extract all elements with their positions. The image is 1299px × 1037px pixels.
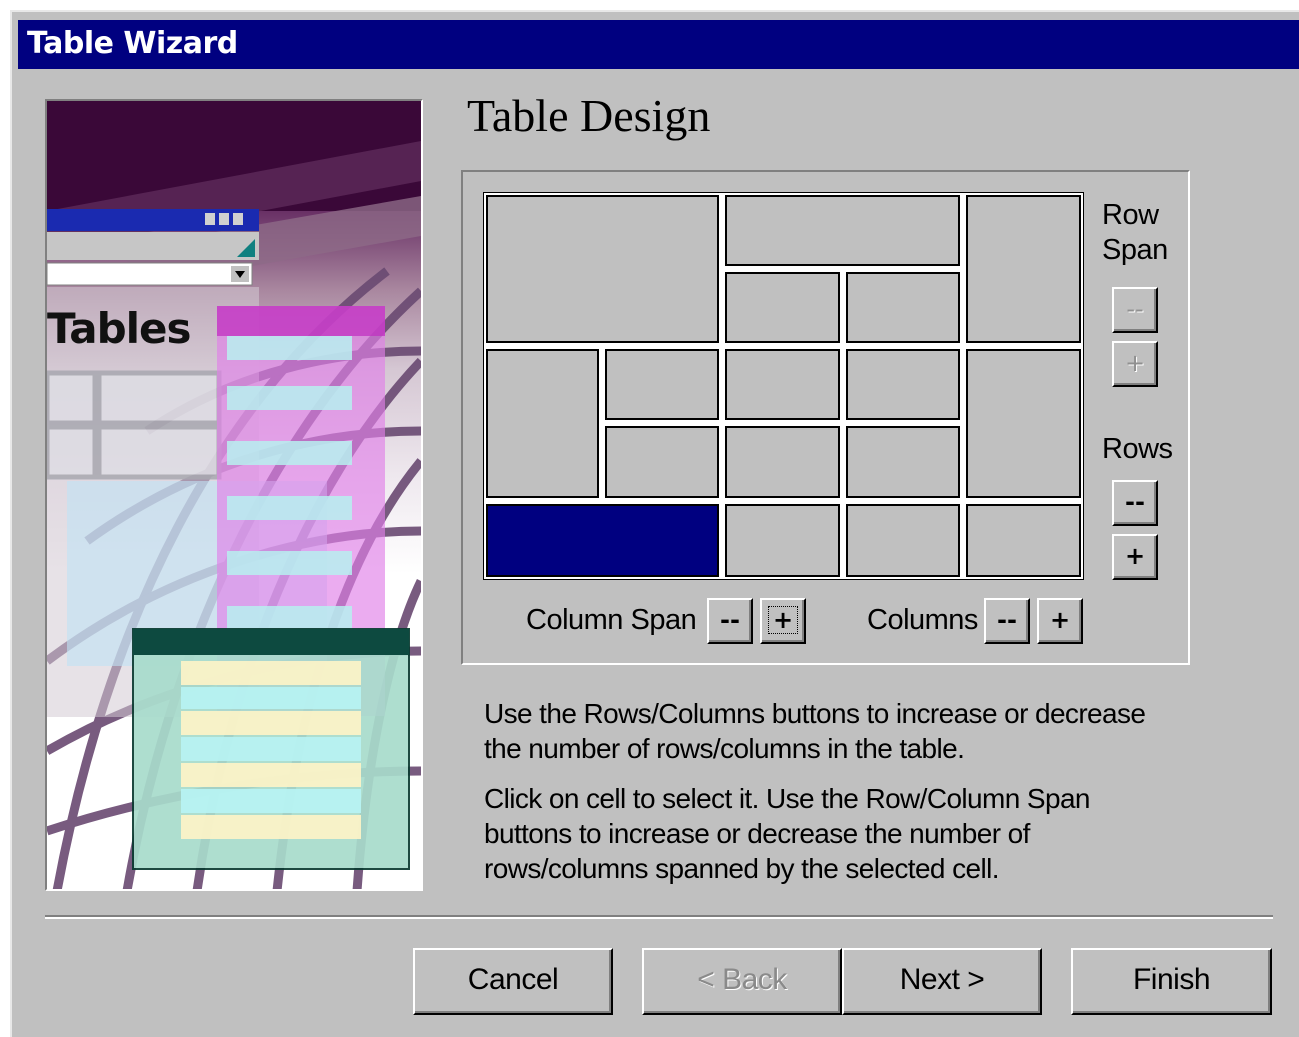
rows-decrease-button[interactable]: -- xyxy=(1112,480,1158,526)
help-text-rows-columns: Use the Rows/Columns buttons to increase… xyxy=(484,696,1146,766)
rows-label: Rows xyxy=(1102,433,1173,465)
cancel-button[interactable]: Cancel xyxy=(413,948,613,1015)
table-cell[interactable] xyxy=(605,349,719,420)
table-cell[interactable] xyxy=(846,504,960,577)
table-cell[interactable] xyxy=(725,195,960,266)
table-cell[interactable] xyxy=(846,272,960,343)
row-span-label: Row Span xyxy=(1102,198,1168,268)
table-cell[interactable] xyxy=(966,195,1081,343)
help-line: buttons to increase or decrease the numb… xyxy=(484,818,1030,849)
illustration-graphic xyxy=(47,101,421,889)
column-span-increase-button[interactable]: + xyxy=(760,598,806,644)
row-span-label-line2: Span xyxy=(1102,234,1168,266)
table-cell[interactable] xyxy=(846,349,960,420)
button-separator xyxy=(45,915,1273,919)
finish-button[interactable]: Finish xyxy=(1071,948,1272,1015)
help-text-span: Click on cell to select it. Use the Row/… xyxy=(484,781,1091,886)
column-span-increase-label: + xyxy=(767,606,799,634)
back-button[interactable]: < Back xyxy=(642,948,842,1015)
title-bar[interactable]: Table Wizard xyxy=(18,20,1299,69)
table-cell[interactable] xyxy=(966,349,1081,498)
table-cell[interactable] xyxy=(725,504,840,577)
columns-increase-button[interactable]: + xyxy=(1037,598,1083,644)
help-line: Use the Rows/Columns buttons to increase… xyxy=(484,698,1146,729)
row-span-increase-button[interactable]: + xyxy=(1112,341,1158,387)
columns-decrease-button[interactable]: -- xyxy=(984,598,1030,644)
table-cell[interactable] xyxy=(725,426,840,498)
column-span-label: Column Span xyxy=(526,604,697,636)
row-span-decrease-button[interactable]: -- xyxy=(1112,287,1158,333)
help-line: rows/columns spanned by the selected cel… xyxy=(484,853,999,884)
help-line: Click on cell to select it. Use the Row/… xyxy=(484,783,1091,814)
table-cell-selected[interactable] xyxy=(486,504,719,577)
table-cell[interactable] xyxy=(486,195,719,343)
table-cell[interactable] xyxy=(605,426,719,498)
rows-increase-button[interactable]: + xyxy=(1112,534,1158,580)
help-line: the number of rows/columns in the table. xyxy=(484,733,965,764)
table-cell[interactable] xyxy=(846,426,960,498)
columns-label: Columns xyxy=(867,604,978,636)
illustration-caption: Tables xyxy=(47,304,192,353)
table-cell[interactable] xyxy=(725,349,840,420)
wizard-illustration: Tables xyxy=(45,99,423,891)
page-title: Table Design xyxy=(467,90,711,141)
table-cell[interactable] xyxy=(486,349,599,498)
row-span-label-line1: Row xyxy=(1102,199,1159,231)
next-button[interactable]: Next > xyxy=(842,948,1042,1015)
column-span-decrease-button[interactable]: -- xyxy=(707,598,753,644)
table-cell[interactable] xyxy=(725,272,840,343)
table-cell[interactable] xyxy=(966,504,1081,577)
window-title: Table Wizard xyxy=(27,26,238,61)
